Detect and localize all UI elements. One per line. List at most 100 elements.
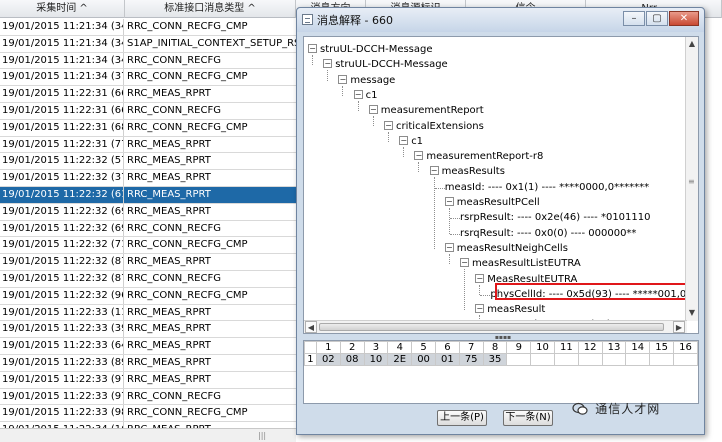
tree-node[interactable]: − message <box>338 74 395 88</box>
table-row[interactable]: 19/01/2015 11:22:33 (399)RRC_MEAS_RPRT <box>0 321 296 339</box>
table-row[interactable]: 19/01/2015 11:22:31 (666)RRC_CONN_RECFG <box>0 102 296 120</box>
hex-byte-cell[interactable]: 75 <box>458 353 484 366</box>
tree-node[interactable]: rsrpResult: ---- 0x2e(46) ---- *0101110 <box>460 211 651 225</box>
table-row[interactable]: 19/01/2015 11:22:31 (663)RRC_MEAS_RPRT <box>0 86 296 103</box>
table-row[interactable]: 19/01/2015 11:21:34 (349)RRC_CONN_RECFG <box>0 52 296 70</box>
table-row[interactable]: 19/01/2015 11:22:33 (111)RRC_MEAS_RPRT <box>0 304 296 322</box>
table-row[interactable]: 19/01/2015 11:22:33 (640)RRC_MEAS_RPRT <box>0 338 296 355</box>
tree-node[interactable]: − measurementReport <box>368 104 484 118</box>
hex-byte-cell[interactable]: 02 <box>315 353 341 366</box>
tree-node[interactable]: − measResultListEUTRA <box>460 257 581 271</box>
scroll-thumb[interactable] <box>319 323 664 331</box>
table-row[interactable]: 19/01/2015 11:22:33 (973)RRC_CONN_RECFG <box>0 388 296 406</box>
tree-node[interactable]: measId: ---- 0x1(1) ---- ****0000,0*****… <box>445 181 649 195</box>
collapse-toggle-icon[interactable]: − <box>338 74 348 84</box>
collapse-toggle-icon[interactable]: − <box>353 89 363 99</box>
tree-node[interactable]: rsrqResult: ---- 0x0(0) ---- 000000** <box>460 227 636 241</box>
hex-byte-cell[interactable] <box>601 353 627 366</box>
tree-horizontal-scrollbar[interactable]: ◀ ▶ <box>304 320 687 333</box>
table-row[interactable]: 19/01/2015 11:22:32 (965)RRC_CONN_RECFG_… <box>0 287 296 305</box>
tree-node[interactable]: − measResultNeighCells <box>444 242 568 256</box>
scroll-right-icon[interactable]: ▶ <box>673 321 685 333</box>
collapse-toggle-icon[interactable]: − <box>368 105 378 115</box>
table-row[interactable]: 19/01/2015 11:22:33 (971)RRC_MEAS_RPRT <box>0 371 296 389</box>
collapse-toggle-icon[interactable]: − <box>444 242 454 252</box>
collapse-toggle-icon[interactable]: − <box>414 151 424 161</box>
next-message-button[interactable]: 下一条(N) <box>503 410 553 426</box>
hex-byte-cell[interactable]: 10 <box>363 353 389 366</box>
maximize-button[interactable]: ▢ <box>646 11 668 26</box>
collapse-toggle-icon[interactable]: − <box>399 135 409 145</box>
column-header-message-type[interactable]: 标准接口消息类型 ^ <box>125 0 296 18</box>
tree-node[interactable]: − criticalExtensions <box>384 120 484 134</box>
time-cell: 19/01/2015 11:22:33 (897) <box>0 354 124 371</box>
collapse-toggle-icon[interactable]: − <box>429 166 439 176</box>
time-cell: 19/01/2015 11:22:33 (987) <box>0 405 124 422</box>
minimize-button[interactable]: – <box>623 11 645 26</box>
hex-byte-cell[interactable] <box>672 353 699 366</box>
table-row[interactable]: 19/01/2015 11:22:32 (699)RRC_CONN_RECFG <box>0 220 296 238</box>
table-body: 19/01/2015 11:21:34 (347)RRC_CONN_RECFG_… <box>0 19 296 439</box>
hex-byte-cell[interactable]: 08 <box>339 353 365 366</box>
table-row[interactable]: 19/01/2015 11:22:31 (688)RRC_CONN_RECFG_… <box>0 119 296 137</box>
collapse-toggle-icon[interactable]: − <box>308 44 317 53</box>
tree-node[interactable]: − measResults <box>429 165 505 179</box>
scroll-grip-icon[interactable]: ≡ <box>688 177 696 186</box>
tree-node[interactable]: − measResultPCell <box>444 196 540 210</box>
message-type-cell: RRC_CONN_RECFG <box>127 272 221 284</box>
table-horizontal-scrollbar[interactable]: ||| <box>0 428 296 442</box>
table-row[interactable]: 19/01/2015 11:22:33 (987)RRC_CONN_RECFG_… <box>0 405 296 423</box>
tree-vertical-scrollbar[interactable]: ▲ ≡ ▼ <box>685 37 698 321</box>
tree-node[interactable]: − measResult <box>475 303 545 317</box>
table-row[interactable]: 19/01/2015 11:22:32 (879)RRC_CONN_RECFG <box>0 270 296 288</box>
scroll-down-icon[interactable]: ▼ <box>686 307 698 319</box>
time-cell: 19/01/2015 11:22:33 (399) <box>0 321 124 338</box>
table-row[interactable]: 19/01/2015 11:22:32 (876)RRC_MEAS_RPRT <box>0 254 296 271</box>
hex-empty-cell <box>388 366 412 378</box>
collapse-toggle-icon[interactable]: − <box>384 120 393 130</box>
time-cell: 19/01/2015 11:21:34 (371) <box>0 69 124 86</box>
scroll-left-icon[interactable]: ◀ <box>305 321 317 333</box>
time-cell: 19/01/2015 11:22:32 (876) <box>0 254 124 270</box>
tree-node[interactable]: − measurementReport-r8 <box>414 150 543 164</box>
table-row[interactable]: 19/01/2015 11:22:32 (696)RRC_MEAS_RPRT <box>0 203 296 221</box>
table-row[interactable]: 19/01/2015 11:22:31 (779)RRC_MEAS_RPRT <box>0 136 296 154</box>
prev-message-button[interactable]: 上一条(P) <box>437 410 487 426</box>
tree-node[interactable]: − c1 <box>399 135 423 149</box>
column-header-time[interactable]: 采集时间 ^ <box>0 0 125 18</box>
hex-byte-cell[interactable] <box>625 353 651 366</box>
hex-byte-cell[interactable] <box>553 353 579 366</box>
dialog-titlebar[interactable]: 消息解释 - 660 – ▢ ✕ <box>297 8 704 32</box>
scroll-up-icon[interactable]: ▲ <box>686 38 698 50</box>
collapse-toggle-icon[interactable]: − <box>323 59 333 69</box>
collapse-toggle-icon[interactable]: − <box>444 197 454 206</box>
message-type-cell: RRC_CONN_RECFG_CMP <box>127 21 248 32</box>
hex-byte-cell[interactable] <box>649 353 674 366</box>
hex-byte-cell[interactable]: 35 <box>482 353 508 366</box>
hex-byte-cell[interactable] <box>506 353 532 366</box>
hex-empty-cell <box>340 378 364 390</box>
hex-byte-cell[interactable]: 2E <box>387 353 413 366</box>
hex-column-header: 10 <box>530 341 555 354</box>
hex-byte-cell[interactable]: 01 <box>434 353 460 366</box>
hex-byte-cell[interactable] <box>530 353 555 366</box>
hex-byte-cell[interactable] <box>577 353 603 366</box>
time-cell: 19/01/2015 11:22:32 (619) <box>0 186 124 203</box>
tree-node[interactable]: − struUL-DCCH-Message <box>323 58 448 72</box>
hex-byte-cell[interactable]: 00 <box>411 353 436 366</box>
collapse-toggle-icon[interactable]: − <box>475 273 485 283</box>
table-row[interactable]: 19/01/2015 11:22:32 (57) RRC_MEAS_RPRT <box>0 153 296 171</box>
table-row[interactable]: 19/01/2015 11:22:32 (377)RRC_MEAS_RPRT <box>0 170 296 187</box>
collapse-toggle-icon[interactable]: − <box>475 304 485 314</box>
table-row[interactable]: 19/01/2015 11:21:34 (347)RRC_CONN_RECFG_… <box>0 19 296 36</box>
table-row[interactable]: 19/01/2015 11:22:33 (897)RRC_MEAS_RPRT <box>0 354 296 372</box>
close-button[interactable]: ✕ <box>669 11 699 26</box>
tree-node[interactable]: − c1 <box>353 89 377 103</box>
table-row[interactable]: 19/01/2015 11:22:32 (619)RRC_MEAS_RPRT <box>0 186 296 204</box>
table-row[interactable]: 19/01/2015 11:22:32 (715)RRC_CONN_RECFG_… <box>0 237 296 255</box>
collapse-toggle-icon[interactable]: − <box>460 258 469 268</box>
table-row[interactable]: 19/01/2015 11:21:34 (347)S1AP_INITIAL_CO… <box>0 35 296 53</box>
table-row[interactable]: 19/01/2015 11:21:34 (371)RRC_CONN_RECFG_… <box>0 69 296 87</box>
message-type-cell: RRC_MEAS_RPRT <box>127 138 211 150</box>
tree-node[interactable]: − struUL-DCCH-Message <box>308 43 433 57</box>
